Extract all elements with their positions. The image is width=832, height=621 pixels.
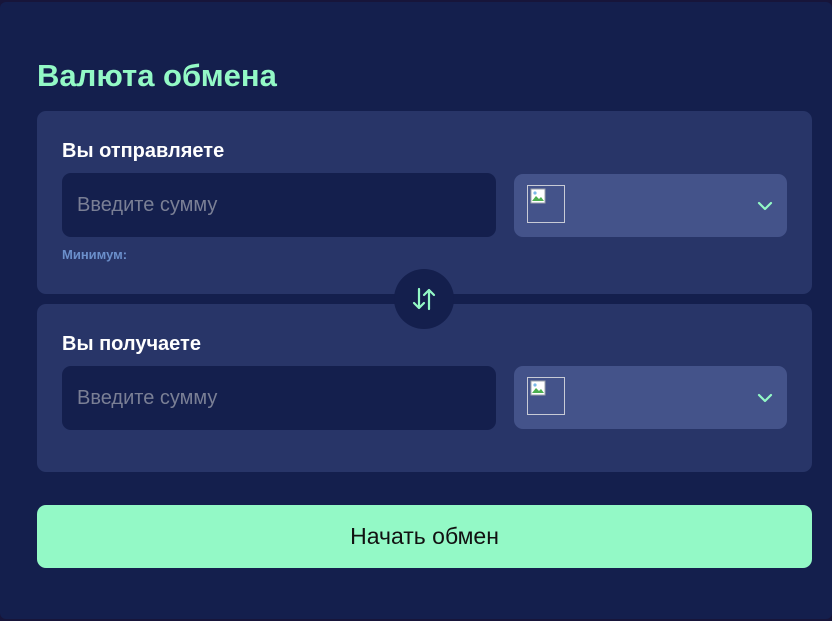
chevron-down-icon [757, 201, 773, 211]
receive-amount-input[interactable] [62, 366, 496, 430]
swap-arrows-icon [412, 287, 436, 311]
broken-image-icon [527, 377, 565, 415]
receive-label: Вы получаете [62, 333, 201, 355]
receive-card: Вы получаете [37, 304, 812, 472]
receive-currency-select[interactable] [514, 366, 787, 429]
send-amount-input[interactable] [62, 173, 496, 237]
page-title: Валюта обмена [37, 58, 277, 93]
start-exchange-button[interactable]: Начать обмен [37, 505, 812, 568]
chevron-down-icon [757, 393, 773, 403]
minimum-label: Минимум: [62, 247, 128, 262]
broken-image-icon [527, 185, 565, 223]
send-label: Вы отправляете [62, 140, 225, 162]
swap-button[interactable] [394, 269, 454, 329]
send-card: Вы отправляете Минимум: [37, 111, 812, 294]
send-currency-select[interactable] [514, 174, 787, 237]
exchange-panel: Валюта обмена Вы отправляете Минимум: Вы… [0, 2, 832, 619]
